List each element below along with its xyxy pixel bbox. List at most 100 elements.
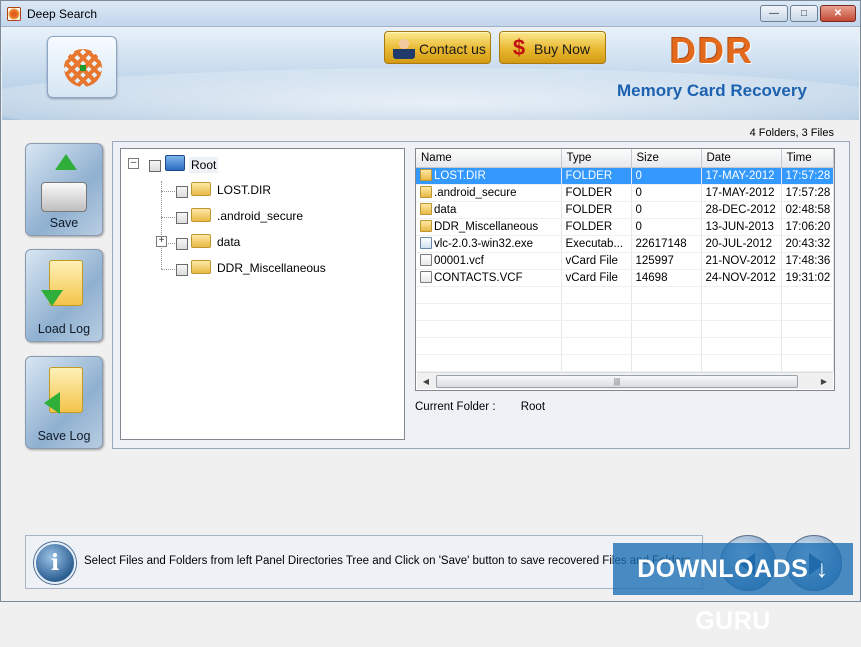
table-row[interactable]: vlc-2.0.3-win32.exe Executab... 22617148 20… [416, 235, 834, 253]
tree-node-data[interactable]: + data [127, 233, 377, 251]
load-log-label: Load Log [37, 322, 91, 336]
table-row[interactable] [416, 286, 834, 304]
cell-time [781, 286, 834, 304]
cell-date [701, 354, 782, 372]
info-icon: i [34, 542, 76, 584]
table-row[interactable]: .android_secure FOLDER 0 17-MAY-2012 17:57:2… [416, 184, 834, 202]
cell-type: Executab... [561, 235, 632, 253]
column-header-size[interactable]: Size [631, 149, 702, 168]
contact-us-button[interactable]: Contact us [384, 31, 491, 64]
file-list[interactable]: Name Type Size Date Time LOST.DIR FOLDER 0… [415, 148, 835, 391]
cell-date: 20-JUL-2012 [701, 235, 782, 253]
save-label: Save [49, 216, 79, 230]
header-banner: Contact us $ Buy Now DDR Memory Card Rec… [2, 28, 859, 120]
cell-text: 24-NOV-2012 [705, 271, 776, 284]
file-rows: LOST.DIR FOLDER 0 17-MAY-2012 17:57:28 .andro… [416, 167, 834, 372]
table-row[interactable]: CONTACTS.VCF vCard File 14698 24-NOV-2012 19… [416, 269, 834, 287]
app-window: Deep Search — □ ✕ Contact us $ Buy Now D… [0, 0, 861, 635]
load-log-button[interactable]: Load Log [25, 249, 103, 342]
tree-node-lost-dir[interactable]: LOST.DIR [127, 181, 377, 199]
cell-type: FOLDER [561, 201, 632, 219]
cell-text: 02:48:58 [785, 203, 831, 216]
cell-text: 17-MAY-2012 [705, 186, 775, 199]
cell-text: 00001.vcf [434, 255, 484, 267]
table-row[interactable]: data FOLDER 0 28-DEC-2012 02:48:58 [416, 201, 834, 219]
buy-now-button[interactable]: $ Buy Now [499, 31, 606, 64]
cell-size: 22617148 [631, 235, 702, 253]
save-drive-icon [41, 154, 89, 212]
maximize-button[interactable]: □ [790, 5, 818, 22]
tree-checkbox-root[interactable] [149, 160, 161, 172]
cell-date: 21-NOV-2012 [701, 252, 782, 270]
cell-date: 28-DEC-2012 [701, 201, 782, 219]
cell-time: 02:48:58 [781, 201, 834, 219]
column-header-time[interactable]: Time [781, 149, 834, 168]
cell-date: 17-MAY-2012 [701, 167, 782, 185]
tree-node-android-secure[interactable]: .android_secure [127, 207, 377, 225]
column-header-date[interactable]: Date [701, 149, 782, 168]
cell-name [416, 303, 562, 321]
tree-checkbox[interactable] [176, 186, 188, 198]
cell-size [631, 354, 702, 372]
dollar-icon: $ [512, 35, 526, 60]
tree-checkbox[interactable] [176, 238, 188, 250]
app-logo [47, 36, 117, 98]
app-icon [7, 7, 21, 21]
cell-size: 0 [631, 167, 702, 185]
cell-date [701, 286, 782, 304]
item-count: 4 Folders, 3 Files [749, 127, 834, 139]
horizontal-scrollbar[interactable]: ◀ ||| ▶ [417, 372, 833, 389]
cell-text: 19:31:02 [785, 271, 831, 284]
cell-size: 0 [631, 218, 702, 236]
collapse-icon[interactable]: – [128, 158, 139, 169]
tree-checkbox[interactable] [176, 212, 188, 224]
current-folder: Current Folder : Root [415, 401, 545, 413]
table-row[interactable]: 00001.vcf vCard File 125997 21-NOV-2012 17:4… [416, 252, 834, 270]
cell-type [561, 320, 632, 338]
tree-node-root[interactable]: – Root [127, 155, 327, 173]
column-header-type[interactable]: Type [561, 149, 632, 168]
cell-name: data [416, 201, 562, 219]
table-row[interactable] [416, 354, 834, 372]
cell-type: FOLDER [561, 167, 632, 185]
folder-icon [191, 208, 211, 222]
scroll-right-icon[interactable]: ▶ [817, 375, 831, 388]
cell-time [781, 354, 834, 372]
cell-text: vCard File [565, 254, 618, 267]
contact-us-label: Contact us [419, 41, 486, 57]
cell-text: 17:57:28 [785, 169, 831, 182]
cell-text: 17:57:28 [785, 186, 831, 199]
scroll-left-icon[interactable]: ◀ [419, 375, 433, 388]
table-row[interactable]: LOST.DIR FOLDER 0 17-MAY-2012 17:57:28 [416, 167, 834, 185]
close-button[interactable]: ✕ [820, 5, 856, 22]
save-button[interactable]: Save [25, 143, 103, 236]
cell-type [561, 337, 632, 355]
table-row[interactable] [416, 320, 834, 338]
cell-size [631, 286, 702, 304]
minimize-button[interactable]: — [760, 5, 788, 22]
cell-text: 0 [635, 186, 642, 199]
tree-checkbox[interactable] [176, 264, 188, 276]
expand-icon[interactable]: + [156, 236, 167, 247]
save-log-button[interactable]: Save Log [25, 356, 103, 449]
tree-label: data [217, 235, 241, 249]
table-row[interactable]: DDR_Miscellaneous FOLDER 0 13-JUN-2013 17:06… [416, 218, 834, 236]
cell-text: 0 [635, 220, 642, 233]
cell-text: vCard File [565, 271, 618, 284]
folder-icon [191, 260, 211, 274]
directory-tree[interactable]: – Root LOST.DIR .android_secure + data D… [120, 148, 405, 440]
cell-size: 125997 [631, 252, 702, 270]
cell-time: 17:48:36 [781, 252, 834, 270]
cell-text: 20-JUL-2012 [705, 237, 772, 250]
status-panel: i Select Files and Folders from left Pan… [25, 535, 703, 589]
folder-icon [420, 203, 432, 215]
table-row[interactable] [416, 303, 834, 321]
scroll-thumb[interactable]: ||| [436, 375, 798, 388]
table-row[interactable] [416, 337, 834, 355]
cell-text: 125997 [635, 254, 674, 267]
cell-text: 0 [635, 203, 642, 216]
cell-name [416, 286, 562, 304]
tree-node-ddr-misc[interactable]: DDR_Miscellaneous [127, 259, 377, 277]
column-header-name[interactable]: Name [416, 149, 562, 168]
status-message: Select Files and Folders from left Panel… [84, 555, 694, 567]
